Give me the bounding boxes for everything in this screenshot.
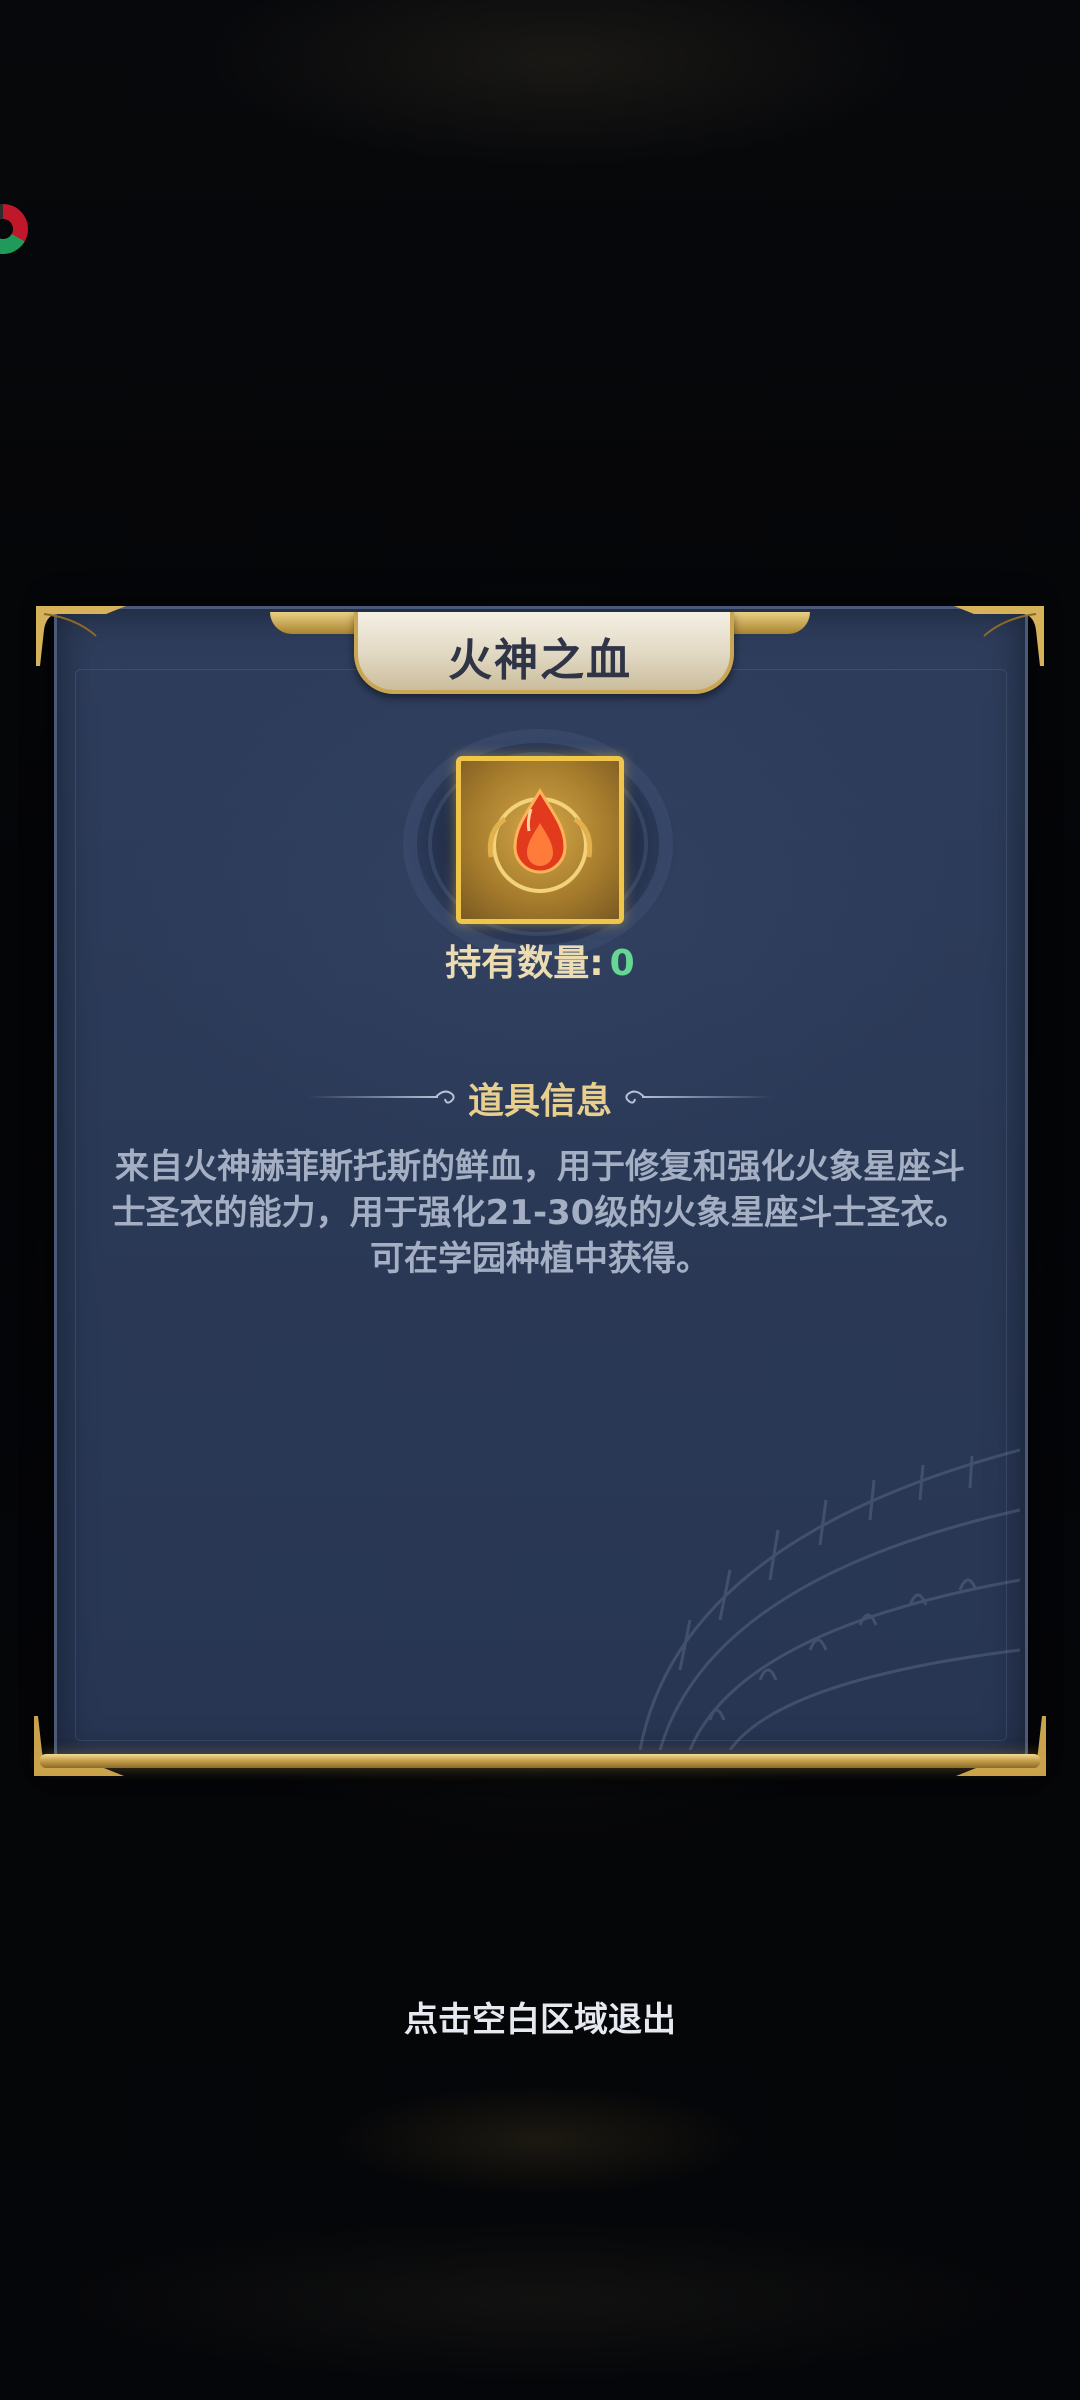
divider-line [642,1096,772,1098]
quantity-value: 0 [609,943,635,984]
section-header: 道具信息 [300,1072,780,1122]
divider-line [308,1096,438,1098]
app-logo-icon [0,204,28,254]
exit-hint[interactable]: 点击空白区域退出 [0,1992,1080,2041]
quantity-label: 持有数量: [445,943,604,984]
title-wing-left [270,612,360,634]
quantity-line: 持有数量: 0 [340,934,740,986]
section-title: 道具信息 [467,1081,612,1122]
fire-blood-drop-icon[interactable] [456,756,624,924]
dialog-title: 火神之血 [448,635,632,686]
screen[interactable]: 火神之血 持有数量: 0 道具信息 来自火神赫菲斯托斯的鲜血，用于修复和强化火象星… [0,0,1080,2400]
item-description: 来自火神赫菲斯托斯的鲜血，用于修复和强化火象星座斗士圣衣的能力，用于强化21-3… [111,1147,969,1279]
panel-bottom-rail [40,1754,1040,1768]
